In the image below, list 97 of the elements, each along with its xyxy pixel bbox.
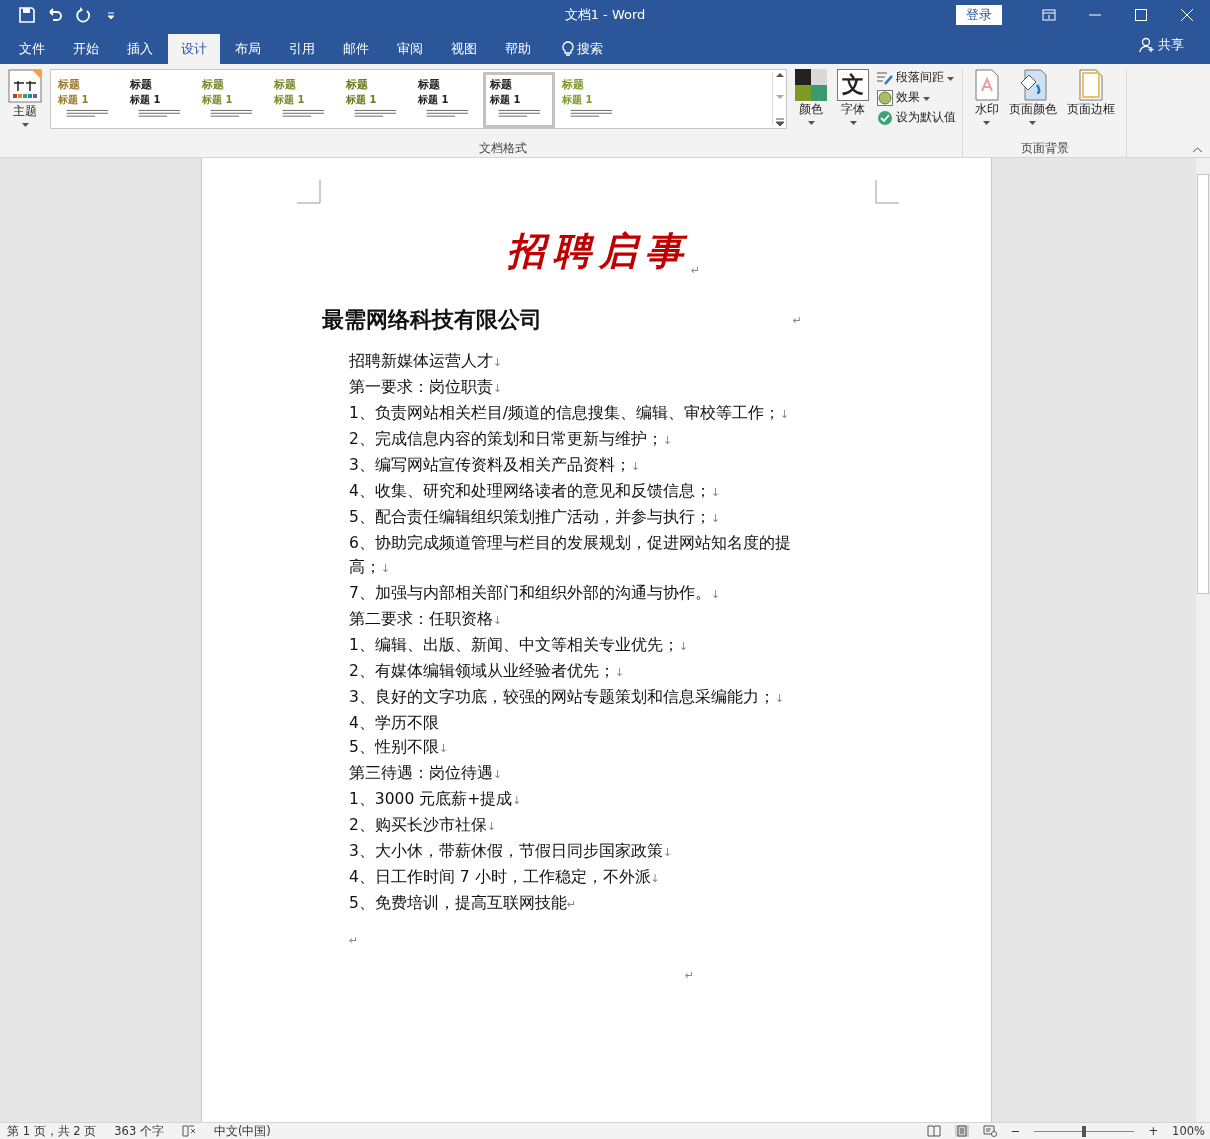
ribbon-tab[interactable]: 视图 bbox=[438, 34, 490, 64]
ribbon-tab[interactable]: 帮助 bbox=[492, 34, 544, 64]
margin-corner-icon bbox=[297, 180, 321, 204]
more-icon[interactable] bbox=[775, 118, 784, 126]
document-line: 6、协助完成频道管理与栏目的发展规划，促进网站知名度的提高；↓ bbox=[349, 533, 792, 578]
zoom-in-button[interactable]: + bbox=[1148, 1124, 1159, 1138]
close-icon bbox=[1181, 9, 1193, 21]
document-line: 5、免费培训，提高互联网技能↵ bbox=[349, 893, 578, 914]
paragraph-mark: ↵ bbox=[349, 934, 359, 947]
paragraph-mark: ↵ bbox=[685, 969, 695, 982]
document-line: 1、负责网站相关栏目/频道的信息搜集、编辑、审校等工作；↓ bbox=[349, 403, 791, 424]
print-layout-icon[interactable] bbox=[954, 1125, 969, 1137]
ribbon-tab[interactable]: 文件 bbox=[6, 34, 58, 64]
zoom-out-button[interactable]: − bbox=[1010, 1124, 1021, 1138]
document-line: 2、完成信息内容的策划和日常更新与维护；↓ bbox=[349, 429, 674, 450]
ribbon-tab[interactable]: 审阅 bbox=[384, 34, 436, 64]
ribbon-small-button[interactable]: 段落间距 bbox=[877, 69, 956, 86]
group-label: 页面背景 bbox=[1020, 140, 1069, 157]
document-line: 5、性别不限↓ bbox=[349, 737, 450, 758]
paragraph-mark: ↵ bbox=[691, 264, 701, 277]
style-thumbnail[interactable]: 标题 标题 1 bbox=[267, 72, 339, 128]
collapse-ribbon-icon[interactable] bbox=[1193, 147, 1202, 153]
document-line: 4、收集、研究和处理网络读者的意见和反馈信息；↓ bbox=[349, 481, 722, 502]
undo-icon[interactable] bbox=[46, 6, 64, 24]
fonts-button[interactable]: 文 字体 bbox=[835, 69, 871, 126]
style-thumbnail[interactable]: 标题 标题 1 bbox=[339, 72, 411, 128]
ribbon-small-button[interactable]: 设为默认值 bbox=[877, 109, 956, 126]
document-line: 1、编辑、出版、新闻、中文等相关专业优先；↓ bbox=[349, 635, 690, 656]
redo-icon[interactable] bbox=[74, 6, 92, 24]
document-line: 3、编写网站宣传资料及相关产品资料；↓ bbox=[349, 455, 642, 476]
read-mode-icon[interactable] bbox=[926, 1125, 941, 1137]
maximize-icon bbox=[1135, 9, 1147, 21]
word-count[interactable]: 363 个字 bbox=[114, 1123, 164, 1139]
caret-icon bbox=[849, 121, 857, 126]
ribbon-tab[interactable]: 设计 bbox=[168, 34, 220, 64]
caret-icon bbox=[807, 121, 815, 126]
document-line: 4、日工作时间 7 小时，工作稳定，不外派↓ bbox=[349, 867, 661, 888]
document-line: 第一要求：岗位职责↓ bbox=[349, 377, 504, 398]
effects-icon bbox=[877, 89, 893, 106]
ribbon-tab[interactable]: 邮件 bbox=[330, 34, 382, 64]
caret-icon bbox=[1029, 121, 1036, 126]
document-line: 3、大小休，带薪休假，节假日同步国家政策↓ bbox=[349, 841, 674, 862]
share-button[interactable]: 共享 bbox=[1133, 30, 1190, 60]
login-button[interactable]: 登录 bbox=[956, 5, 1002, 25]
save-icon[interactable] bbox=[18, 6, 36, 24]
style-thumbnail[interactable]: 标题 标题 1 bbox=[51, 72, 123, 128]
document-line: 招聘新媒体运营人才↓ bbox=[349, 351, 504, 372]
document-line: 2、购买长沙市社保↓ bbox=[349, 815, 498, 836]
caret-icon bbox=[983, 121, 990, 126]
vertical-scrollbar[interactable] bbox=[1196, 158, 1210, 1122]
add-person-icon bbox=[1139, 37, 1155, 53]
ribbon-tab[interactable]: 布局 bbox=[222, 34, 274, 64]
search-button[interactable]: 搜索 bbox=[556, 34, 609, 64]
document-line: 第三待遇：岗位待遇↓ bbox=[349, 763, 504, 784]
ribbon-tab[interactable]: 开始 bbox=[60, 34, 112, 64]
style-thumbnail[interactable]: 标题 标题 1 bbox=[483, 72, 555, 128]
colors-button[interactable]: 颜色 bbox=[793, 69, 829, 126]
company-name: 最需网络科技有限公司 bbox=[322, 306, 542, 334]
document-line: 4、学历不限 bbox=[349, 713, 440, 734]
page-background-button[interactable]: 页面边框 bbox=[1064, 69, 1117, 126]
paragraph-spacing-icon bbox=[877, 70, 893, 85]
ribbon-tab[interactable]: 引用 bbox=[276, 34, 328, 64]
scroll-up-icon[interactable] bbox=[775, 72, 784, 77]
zoom-slider-thumb[interactable] bbox=[1082, 1125, 1087, 1137]
web-layout-icon[interactable] bbox=[982, 1125, 997, 1137]
minimize-icon bbox=[1089, 14, 1101, 16]
document-title: 招聘启事 bbox=[507, 227, 691, 275]
style-thumbnail[interactable]: 标题 标题 1 bbox=[195, 72, 267, 128]
group-label: 文档格式 bbox=[479, 140, 527, 157]
paint-bucket-page-icon bbox=[1018, 69, 1047, 101]
document-line: 7、加强与内部相关部门和组织外部的沟通与协作。↓ bbox=[349, 583, 722, 604]
ribbon-small-button[interactable]: 效果 bbox=[877, 89, 956, 106]
document-line: 1、3000 元底薪+提成↓ bbox=[349, 789, 523, 810]
window-layout-icon bbox=[1042, 9, 1056, 21]
page-border-icon bbox=[1078, 69, 1103, 101]
watermark-icon bbox=[974, 69, 999, 101]
caret-icon bbox=[21, 123, 29, 128]
checkmark-icon bbox=[877, 109, 893, 126]
style-thumbnail[interactable]: 标题 标题 1 bbox=[411, 72, 483, 128]
proofing-icon[interactable] bbox=[181, 1125, 196, 1137]
document-line: 第二要求：任职资格↓ bbox=[349, 609, 504, 630]
document-line: 2、有媒体编辑领域从业经验者优先；↓ bbox=[349, 661, 626, 682]
window-title: 文档1 - Word bbox=[564, 6, 646, 24]
page-background-button[interactable]: 页面颜色 bbox=[1006, 69, 1059, 126]
paragraph-mark: ↵ bbox=[792, 313, 802, 327]
style-thumbnail[interactable]: 标题 标题 1 bbox=[123, 72, 195, 128]
document-line: 5、配合责任编辑组织策划推广活动，并参与执行；↓ bbox=[349, 507, 722, 528]
ribbon-tab[interactable]: 插入 bbox=[114, 34, 166, 64]
margin-corner-icon bbox=[875, 180, 899, 204]
language-status[interactable]: 中文(中国) bbox=[213, 1123, 271, 1139]
page-count[interactable]: 第 1 页，共 2 页 bbox=[7, 1123, 97, 1139]
document-line: 3、良好的文字功底，较强的网站专题策划和信息采编能力；↓ bbox=[349, 687, 786, 708]
lightbulb-icon bbox=[562, 41, 574, 57]
page-background-button[interactable]: 水印 bbox=[972, 69, 1001, 126]
zoom-level[interactable]: 100% bbox=[1172, 1124, 1205, 1138]
caret-icon bbox=[947, 76, 954, 82]
caret-icon bbox=[923, 96, 930, 102]
